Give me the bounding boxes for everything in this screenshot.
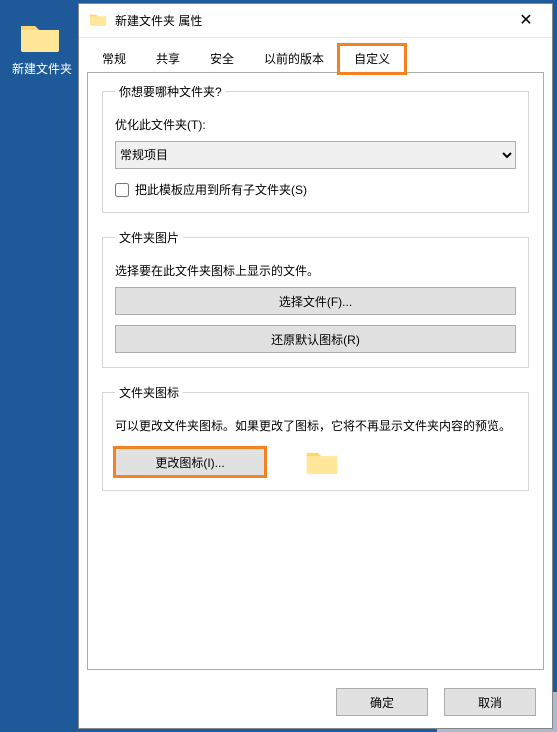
apply-subfolders-checkbox[interactable] bbox=[115, 183, 129, 197]
group-folder-picture: 文件夹图片 选择要在此文件夹图标上显示的文件。 选择文件(F)... 还原默认图… bbox=[102, 229, 529, 368]
folder-icon bbox=[19, 20, 61, 54]
close-button[interactable]: ✕ bbox=[504, 6, 548, 36]
group-folder-icon-legend: 文件夹图标 bbox=[115, 384, 183, 401]
change-icon-button[interactable]: 更改图标(I)... bbox=[115, 448, 265, 476]
tab-sharing[interactable]: 共享 bbox=[141, 45, 195, 73]
optimize-combo[interactable]: 常规项目 bbox=[115, 141, 516, 169]
tab-previous-versions[interactable]: 以前的版本 bbox=[249, 45, 339, 73]
cancel-button[interactable]: 取消 bbox=[444, 688, 536, 716]
group-folder-kind: 你想要哪种文件夹? 优化此文件夹(T): 常规项目 把此模板应用到所有子文件夹(… bbox=[102, 83, 529, 213]
dialog-title: 新建文件夹 属性 bbox=[115, 12, 504, 29]
choose-file-button[interactable]: 选择文件(F)... bbox=[115, 287, 516, 315]
properties-dialog: 新建文件夹 属性 ✕ 常规 共享 安全 以前的版本 自定义 你想要哪种文件夹? … bbox=[78, 3, 553, 729]
apply-subfolders-label: 把此模板应用到所有子文件夹(S) bbox=[135, 181, 307, 198]
group-folder-icon: 文件夹图标 可以更改文件夹图标。如果更改了图标，它将不再显示文件夹内容的预览。 … bbox=[102, 384, 529, 491]
desktop-folder-label: 新建文件夹 bbox=[12, 60, 68, 77]
folder-picture-description: 选择要在此文件夹图标上显示的文件。 bbox=[115, 262, 516, 279]
restore-default-button[interactable]: 还原默认图标(R) bbox=[115, 325, 516, 353]
titlebar: 新建文件夹 属性 ✕ bbox=[79, 4, 552, 38]
folder-icon-description: 可以更改文件夹图标。如果更改了图标，它将不再显示文件夹内容的预览。 bbox=[115, 417, 516, 436]
folder-icon bbox=[89, 12, 107, 30]
ok-button[interactable]: 确定 bbox=[336, 688, 428, 716]
tab-panel-customize: 你想要哪种文件夹? 优化此文件夹(T): 常规项目 把此模板应用到所有子文件夹(… bbox=[87, 72, 544, 670]
optimize-label: 优化此文件夹(T): bbox=[115, 116, 516, 133]
desktop-folder-icon[interactable]: 新建文件夹 bbox=[12, 20, 68, 77]
tab-strip: 常规 共享 安全 以前的版本 自定义 bbox=[79, 44, 552, 72]
folder-preview-icon bbox=[305, 448, 339, 476]
group-folder-kind-legend: 你想要哪种文件夹? bbox=[115, 83, 226, 100]
tab-security[interactable]: 安全 bbox=[195, 45, 249, 73]
tab-customize[interactable]: 自定义 bbox=[339, 45, 405, 73]
dialog-footer: 确定 取消 bbox=[79, 678, 552, 728]
tab-general[interactable]: 常规 bbox=[87, 45, 141, 73]
apply-subfolders-row[interactable]: 把此模板应用到所有子文件夹(S) bbox=[115, 181, 516, 198]
group-folder-picture-legend: 文件夹图片 bbox=[115, 229, 183, 246]
